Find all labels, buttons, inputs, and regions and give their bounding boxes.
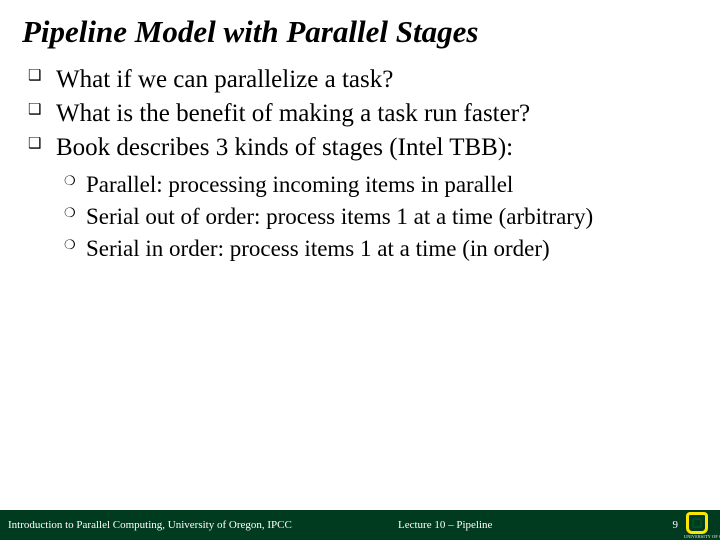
bullet-item: What if we can parallelize a task? <box>28 64 692 96</box>
bullet-text: What is the benefit of making a task run… <box>56 100 530 127</box>
slide-title: Pipeline Model with Parallel Stages <box>0 0 720 58</box>
bullet-text: Book describes 3 kinds of stages (Intel … <box>56 134 513 161</box>
sub-bullet-text: Serial out of order: process items 1 at … <box>86 204 593 229</box>
sub-bullet-item: Serial out of order: process items 1 at … <box>64 202 692 232</box>
bullet-text: What if we can parallelize a task? <box>56 66 393 93</box>
bullet-item: Book describes 3 kinds of stages (Intel … <box>28 132 692 264</box>
bullet-item: What is the benefit of making a task run… <box>28 98 692 130</box>
footer-page-number: 9 <box>673 519 679 531</box>
sub-bullet-item: Serial in order: process items 1 at a ti… <box>64 234 692 264</box>
university-logo-icon: UNIVERSITY OF OREGON <box>686 512 716 538</box>
footer-center-text: Lecture 10 – Pipeline <box>398 519 492 531</box>
sub-bullet-item: Parallel: processing incoming items in p… <box>64 170 692 200</box>
bullet-list: What if we can parallelize a task? What … <box>28 64 692 264</box>
footer-bar: Introduction to Parallel Computing, Univ… <box>0 510 720 540</box>
slide: Pipeline Model with Parallel Stages What… <box>0 0 720 540</box>
logo-subtext: UNIVERSITY OF OREGON <box>684 534 720 539</box>
sub-bullet-text: Serial in order: process items 1 at a ti… <box>86 236 550 261</box>
slide-content: What if we can parallelize a task? What … <box>0 58 720 510</box>
footer-left-text: Introduction to Parallel Computing, Univ… <box>0 519 292 531</box>
sub-bullet-text: Parallel: processing incoming items in p… <box>86 172 513 197</box>
sub-bullet-list: Parallel: processing incoming items in p… <box>64 170 692 264</box>
logo-o-shape <box>686 512 708 534</box>
